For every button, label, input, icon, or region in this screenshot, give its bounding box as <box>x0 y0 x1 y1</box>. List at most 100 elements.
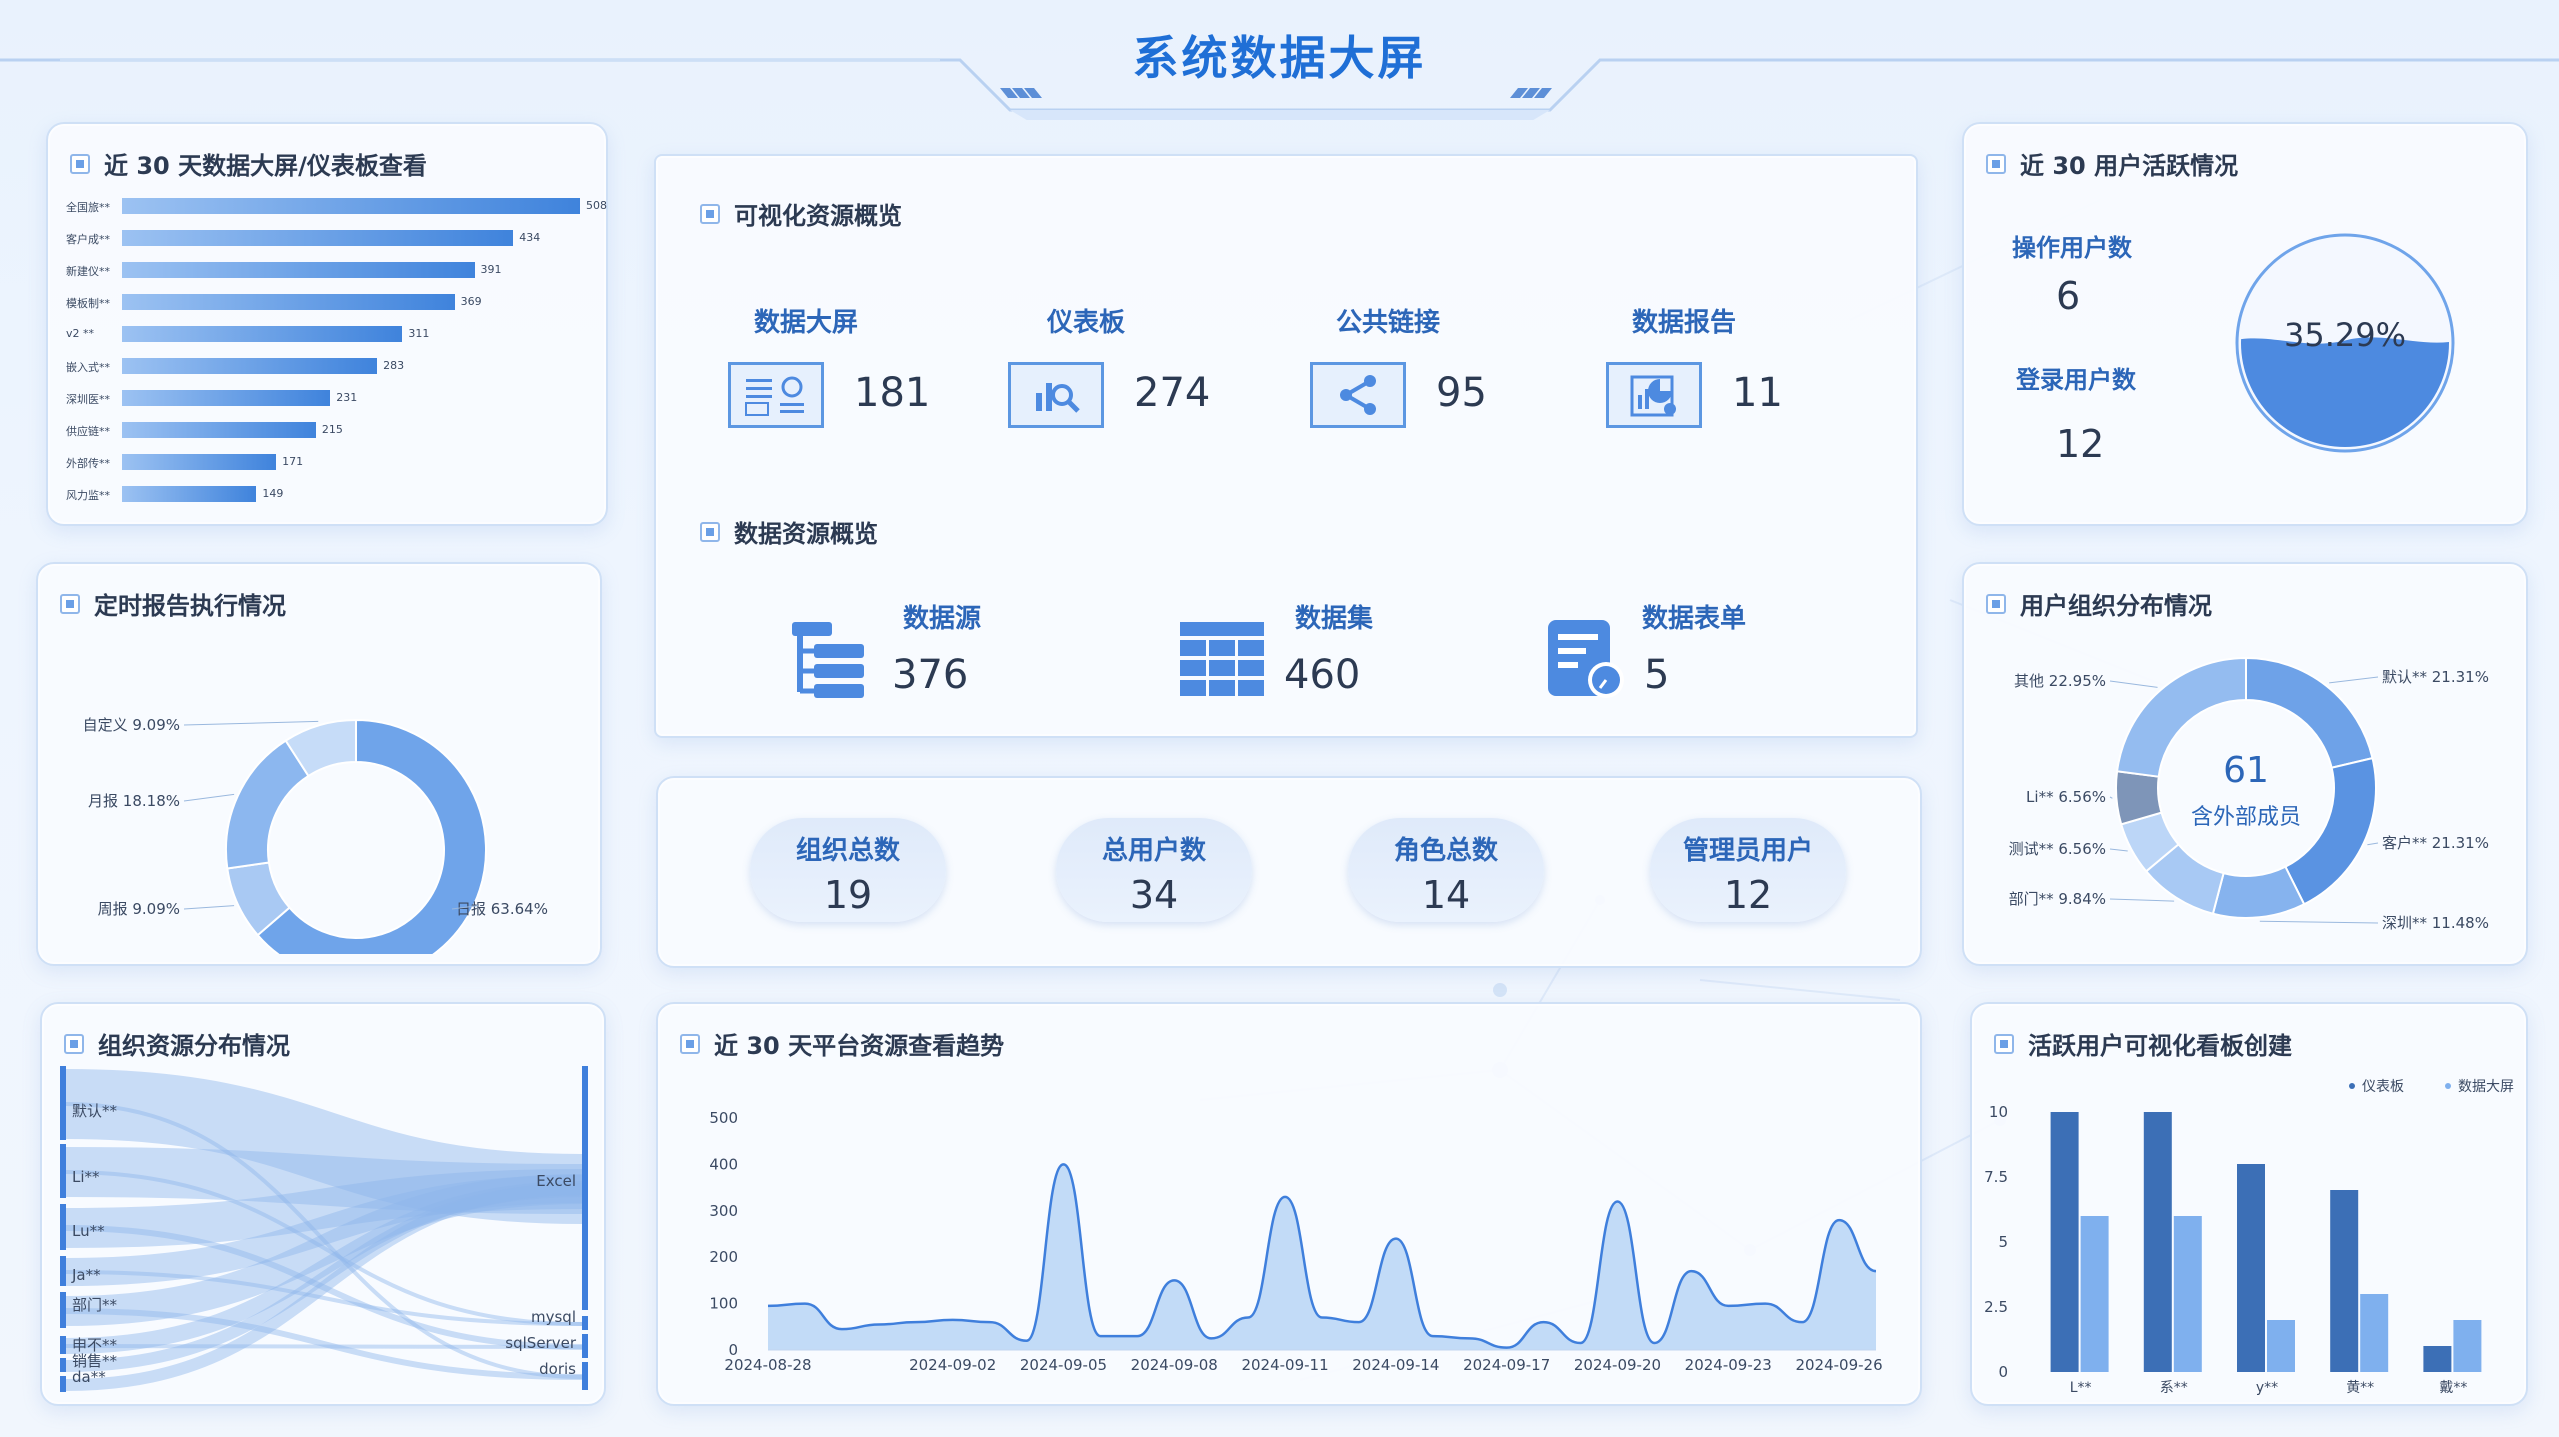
bar-xtick-label: L** <box>2070 1380 2092 1396</box>
visual-stat-value: 11 <box>1732 370 1783 416</box>
views-bar <box>122 326 403 342</box>
panel-marker-icon <box>1986 153 2006 174</box>
active-ratio-liquid-gauge: 35.29% <box>2235 233 2455 453</box>
views-bar-label: 供应链** <box>66 425 110 438</box>
trend-xtick-label: 2024-09-23 <box>1685 1356 1772 1374</box>
sankey-right-label: sqlServer <box>505 1334 577 1352</box>
visual-stat-label: 数据报告 <box>1631 308 1736 338</box>
views-bar-value: 231 <box>336 391 358 404</box>
bar-dashboard <box>2423 1346 2452 1372</box>
bar-legend-marker <box>2445 1083 2451 1089</box>
views-bar <box>122 198 580 214</box>
views-bar-label: 新建仪** <box>66 265 110 278</box>
summary-panel: 组织总数 19 总用户数 34 角色总数 14 管理员用户 12 <box>656 776 1922 968</box>
sankey-node-right <box>582 1316 588 1330</box>
trend-ytick-label: 400 <box>709 1155 738 1173</box>
report-slice <box>225 739 310 870</box>
visual-stat-label: 公共链接 <box>1335 308 1440 338</box>
views-bar <box>122 422 316 438</box>
summary-pill: 总用户数 34 <box>1056 818 1252 922</box>
org-leader-line <box>2109 898 2175 902</box>
org-leader-line <box>2109 680 2158 688</box>
sankey-left-label: Lu** <box>72 1222 105 1240</box>
views-bar-label: 嵌入式** <box>66 361 110 374</box>
sankey-right-label: Excel <box>536 1172 576 1190</box>
summary-pill-value: 14 <box>1421 873 1471 917</box>
report-slice-label: 月报 18.18% <box>88 792 180 810</box>
views-bar <box>122 230 514 246</box>
login-users-value: 12 <box>2056 422 2105 466</box>
report-leader-line <box>183 905 235 910</box>
views-bar-label: 模板制** <box>66 297 110 310</box>
summary-pill-label: 组织总数 <box>795 836 900 866</box>
org-slice <box>2284 756 2377 906</box>
bar-screen <box>2360 1294 2389 1372</box>
bar-screen <box>2080 1216 2109 1372</box>
trend-xtick-label: 2024-09-26 <box>1795 1356 1882 1374</box>
panel-title-report: 定时报告执行情况 <box>94 592 286 620</box>
sankey-left-label: Ja** <box>71 1266 101 1284</box>
bar-screen <box>2453 1320 2482 1372</box>
panel-title-visual: 可视化资源概览 <box>734 202 902 230</box>
report-icon <box>1606 362 1702 428</box>
data-stat-label: 数据表单 <box>1641 604 1746 634</box>
org-distribution-panel: 用户组织分布情况 默认** 21.31% 客户** 21.31% 深圳** 11.4… <box>1962 562 2528 966</box>
sankey-node-left <box>60 1204 66 1250</box>
bar-ytick-label: 10 <box>1989 1103 2008 1121</box>
summary-pill-value: 12 <box>1723 873 1773 917</box>
views-bar <box>122 262 475 278</box>
active-users-panel: 近 30 用户活跃情况 操作用户数 6 登录用户数 12 35.29% <box>1962 122 2528 526</box>
create-bar-chart: 0 2.5 5 7.5 10 仪表板 数据大屏 L** 系** y** 黄** 戴** <box>1984 1079 2514 1396</box>
report-panel: 定时报告执行情况 日报 63.64% 周报 9.09% 月报 18.18% 自定义 9… <box>36 562 602 966</box>
summary-pill-label: 角色总数 <box>1393 836 1498 866</box>
bar-legend-marker <box>2349 1083 2355 1089</box>
views-bar-label: 全国旅** <box>66 201 110 214</box>
views-bar <box>122 454 277 470</box>
views-bar-row: 深圳医** 231 <box>66 388 596 408</box>
summary-pill: 角色总数 14 <box>1348 818 1544 922</box>
visual-stat-value: 181 <box>854 370 931 416</box>
bar-dashboard <box>2143 1112 2172 1372</box>
views-bar-value: 311 <box>408 327 430 340</box>
views-bar-value: 171 <box>282 455 304 468</box>
views-bar-value: 215 <box>321 423 343 436</box>
trend-xtick-label: 2024-09-02 <box>909 1356 996 1374</box>
bar-dashboard <box>2050 1112 2079 1372</box>
trend-ytick-label: 300 <box>709 1202 738 1220</box>
bar-legend-label: 仪表板 <box>2362 1079 2404 1095</box>
report-leader-line <box>183 793 235 802</box>
op-users-label: 操作用户数 <box>2012 234 2132 262</box>
report-slice-label: 自定义 9.09% <box>83 716 180 734</box>
views-bar-row: 风力监** 149 <box>66 484 596 504</box>
panel-marker-icon <box>700 203 720 224</box>
trend-xtick-label: 2024-09-08 <box>1131 1356 1218 1374</box>
data-stat-label: 数据集 <box>1294 604 1373 634</box>
sankey-node-left <box>60 1358 66 1372</box>
bar-xtick-label: 戴** <box>2439 1380 2467 1396</box>
panel-marker-icon <box>60 593 80 614</box>
sankey-node-left <box>60 1144 66 1198</box>
views-bar <box>122 390 331 406</box>
visual-stat-label: 仪表板 <box>1046 308 1125 338</box>
bar-xtick-label: 系** <box>2160 1380 2188 1396</box>
trend-panel: 近 30 天平台资源查看趋势 0 100 200 300 400 500 2024-08-2… <box>656 1002 1922 1406</box>
create-panel: 活跃用户可视化看板创建 0 2.5 5 7.5 10 仪表板 数据大屏 L** 系** y** 黄*… <box>1970 1002 2528 1406</box>
trend-xtick-label: 2024-09-20 <box>1574 1356 1661 1374</box>
screen-icon <box>728 362 824 428</box>
org-slice-label: 其他 22.95% <box>2014 672 2106 690</box>
views-bar-value: 434 <box>519 231 541 244</box>
views-bar <box>122 486 257 502</box>
views-bar <box>122 294 455 310</box>
bar-xtick-label: 黄** <box>2346 1379 2374 1396</box>
bar-ytick-label: 5 <box>1998 1233 2008 1251</box>
panel-title-datares: 数据资源概览 <box>734 520 878 548</box>
views-bar-row: 模板制** 369 <box>66 292 596 312</box>
views-bar-value: 391 <box>480 263 502 276</box>
gauge-liquid <box>2241 337 2449 447</box>
dashboard-icon <box>1008 362 1104 428</box>
sankey-node-left <box>60 1066 66 1140</box>
views-panel: 近 30 天数据大屏/仪表板查看 全国旅** 508 客户成** 434 新建仪** 39… <box>46 122 608 526</box>
panel-title-active: 近 30 用户活跃情况 <box>2020 152 2239 180</box>
org-center-value: 61 <box>2223 750 2269 791</box>
org-slice-label: 客户** 21.31% <box>2382 834 2489 852</box>
